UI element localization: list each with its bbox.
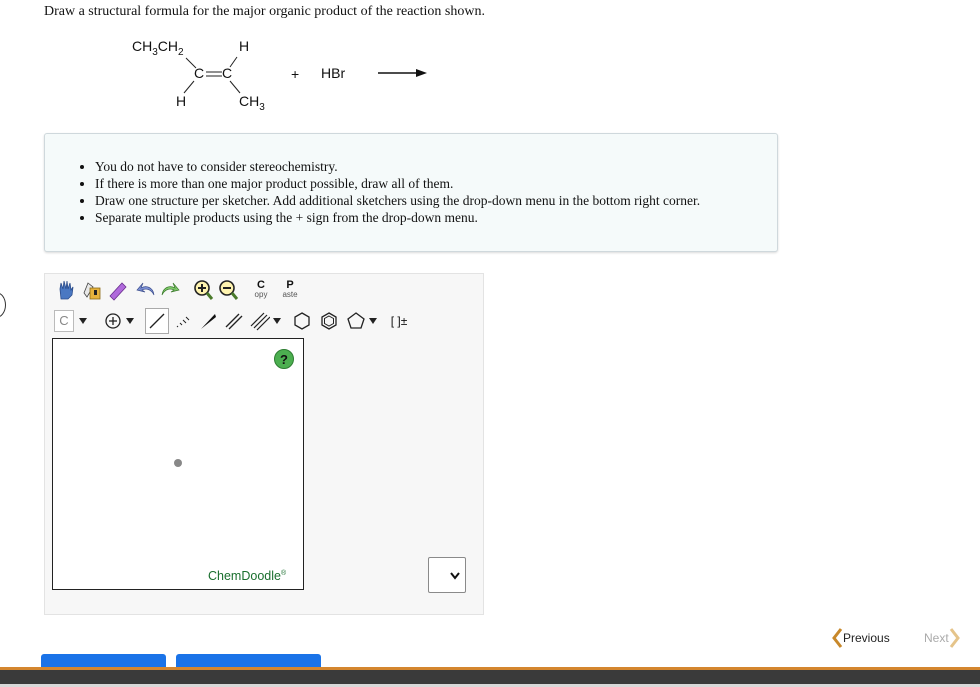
plus-sign: + — [291, 66, 300, 82]
previous-label: Previous — [843, 631, 890, 645]
benzene-icon — [321, 312, 337, 330]
chemdoodle-sketcher: C opy P aste C [ ]± ? ChemDoodle® — [44, 273, 484, 615]
chevron-down-icon — [273, 318, 281, 324]
element-label: C — [54, 310, 74, 332]
recessed-bond-tool[interactable] — [171, 308, 195, 334]
benzene-tool[interactable] — [317, 308, 341, 334]
hashed-wedge-bond-icon — [176, 316, 190, 328]
paste-label-bottom: aste — [282, 290, 298, 299]
next-label: Next — [924, 631, 949, 645]
charge-plus-icon — [104, 313, 121, 329]
triple-bond-icon — [250, 312, 270, 331]
instructions-list: You do not have to consider stereochemis… — [95, 158, 700, 226]
substituent-methyl: CH3 — [239, 93, 265, 113]
chevron-left-icon — [832, 628, 843, 648]
bottom-action-button-2[interactable] — [176, 654, 321, 668]
redo-icon[interactable] — [158, 278, 182, 302]
canvas-cursor-dot — [174, 459, 182, 467]
zoom-in-icon[interactable] — [191, 278, 215, 302]
element-selector[interactable]: C — [54, 308, 92, 334]
eraser-icon[interactable] — [106, 278, 130, 302]
chemdoodle-brand: ChemDoodle® — [208, 569, 286, 583]
atom-c-right: C — [222, 65, 233, 81]
double-bond-tool[interactable] — [222, 308, 246, 334]
reaction-arrow-head — [416, 69, 427, 77]
chevron-down-icon — [125, 318, 134, 324]
instruction-item: Separate multiple products using the + s… — [95, 209, 700, 226]
brand-registered-mark: ® — [280, 569, 287, 577]
cyclopentane-tool[interactable] — [342, 308, 382, 334]
add-sketcher-dropdown[interactable] — [428, 557, 466, 593]
atom-c-left: C — [194, 65, 205, 81]
atom-h-bottom: H — [176, 93, 187, 109]
instruction-item: Draw one structure per sketcher. Add add… — [95, 192, 700, 209]
atom-h-top: H — [239, 38, 250, 54]
undo-icon[interactable] — [134, 278, 158, 302]
copy-button[interactable]: C opy — [249, 277, 273, 303]
paste-label-top: P — [286, 279, 294, 291]
copy-label-top: C — [257, 279, 265, 291]
help-button[interactable]: ? — [274, 349, 294, 369]
substituent-ethyl: CH3CH2 — [132, 38, 184, 58]
next-button[interactable]: Next — [924, 627, 961, 649]
clear-tool-icon[interactable] — [80, 278, 104, 302]
hand-tool-icon[interactable] — [54, 278, 78, 302]
paste-button[interactable]: P aste — [277, 277, 303, 303]
reaction-scheme: CH3CH2 H C C H CH3 + HBr — [0, 0, 980, 130]
reagent-hbr: HBr — [321, 65, 346, 81]
cyclohexane-tool[interactable] — [290, 308, 314, 334]
bracket-tool[interactable]: [ ]± — [385, 308, 413, 334]
chevron-down-icon — [369, 318, 377, 324]
drawing-canvas[interactable]: ? ChemDoodle® — [52, 338, 304, 590]
copy-label-bottom: opy — [254, 290, 268, 299]
wedge-bond-icon — [201, 314, 216, 329]
chevron-down-icon — [450, 572, 460, 580]
previous-button[interactable]: Previous — [831, 627, 890, 649]
double-bond-icon — [225, 313, 243, 330]
bottom-action-button-1[interactable] — [41, 654, 166, 668]
single-bond-icon — [149, 313, 165, 329]
hexagon-icon — [294, 312, 310, 330]
single-bond-tool[interactable] — [145, 308, 169, 334]
side-tab-handle[interactable] — [0, 292, 6, 318]
chevron-right-icon — [949, 628, 960, 648]
charge-tool[interactable] — [102, 308, 136, 334]
zoom-out-icon[interactable] — [216, 278, 240, 302]
instructions-box: You do not have to consider stereochemis… — [44, 133, 778, 252]
triple-bond-tool[interactable] — [247, 308, 285, 334]
instruction-item: If there is more than one major product … — [95, 175, 700, 192]
instruction-item: You do not have to consider stereochemis… — [95, 158, 700, 175]
brand-text: ChemDoodle — [208, 569, 281, 583]
pentagon-icon — [347, 312, 365, 329]
reaction-bonds — [183, 56, 427, 94]
protruding-bond-tool[interactable] — [196, 308, 220, 334]
chevron-down-icon — [79, 318, 87, 324]
